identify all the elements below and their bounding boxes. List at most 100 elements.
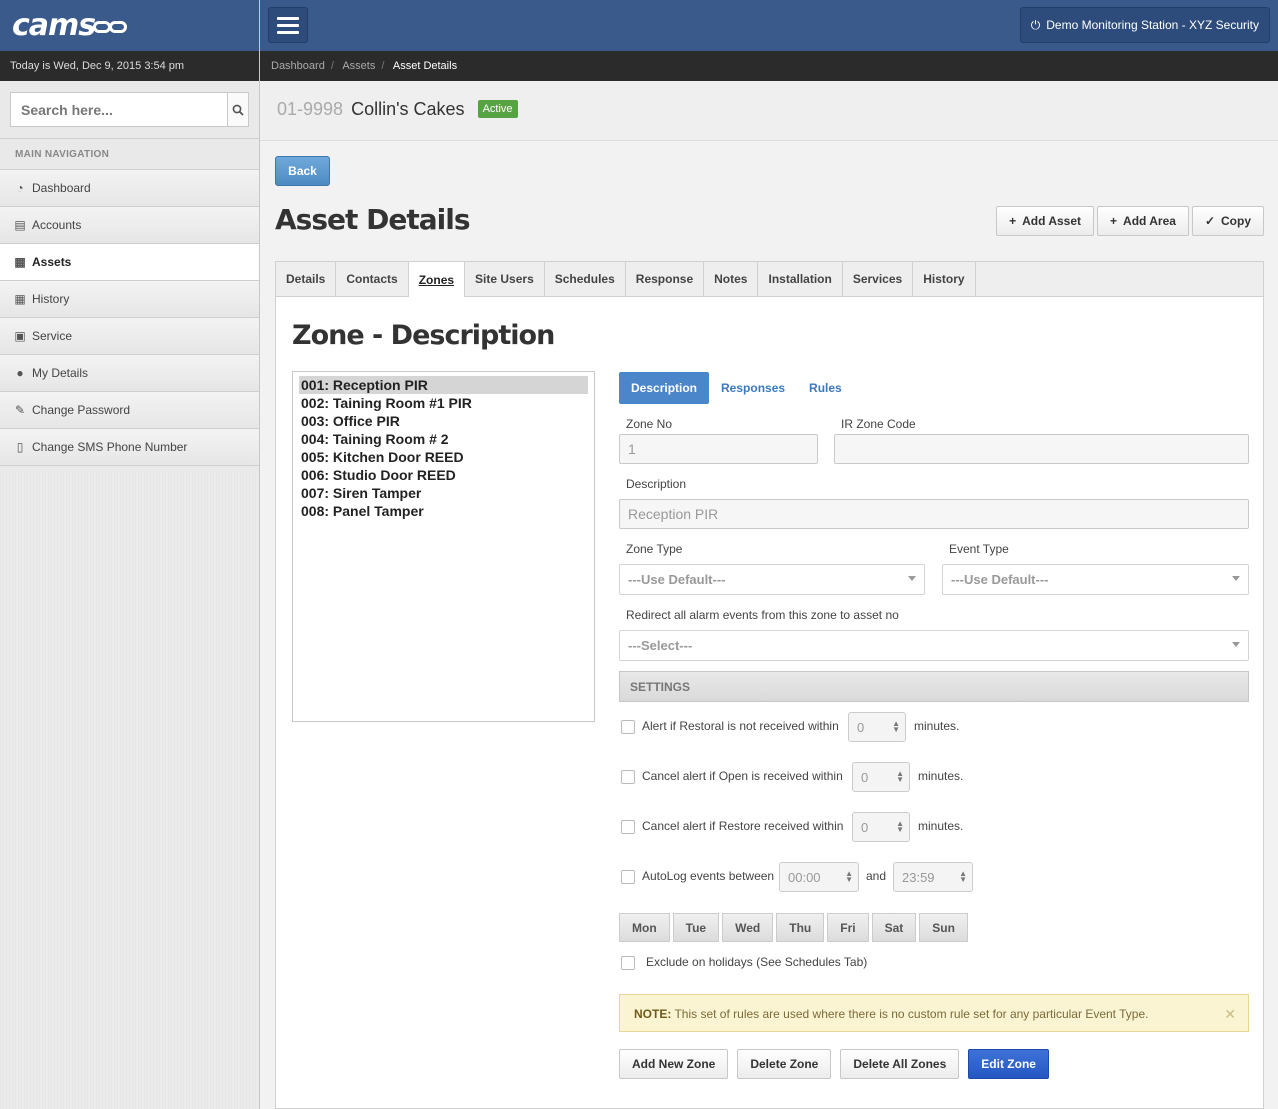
tab-contacts[interactable]: Contacts [336, 262, 409, 296]
sidebar-item-change-password[interactable]: ✎ Change Password [0, 392, 259, 429]
tab-zones[interactable]: Zones [408, 262, 466, 297]
restoral-checkbox[interactable] [621, 720, 635, 734]
day-toggle-sat[interactable]: Sat [871, 913, 917, 942]
plus-icon: + [1110, 214, 1118, 228]
breadcrumb-dashboard[interactable]: Dashboard [271, 60, 325, 72]
asset-title-bar: 01-9998 Collin's Cakes Active [260, 81, 1278, 141]
page-title: Asset Details [275, 203, 470, 236]
note-text: This set of rules are used where there i… [671, 1007, 1149, 1021]
spinner-icon: ▲ ▼ [845, 869, 853, 884]
nav-heading: MAIN NAVIGATION [0, 142, 259, 170]
ir-zone-code-field[interactable] [834, 434, 1249, 464]
zone-no-field[interactable]: 1 [619, 434, 818, 464]
delete-all-zones-button[interactable]: Delete All Zones [840, 1049, 960, 1079]
spinner-icon: ▲ ▼ [959, 869, 967, 884]
zone-list-item[interactable]: 006: Studio Door REED [299, 466, 588, 484]
zone-list-item[interactable]: 003: Office PIR [299, 412, 588, 430]
restoral-minutes-input[interactable]: 0 ▲ ▼ [848, 712, 906, 742]
sidebar-item-label: Change SMS Phone Number [32, 440, 188, 454]
back-button[interactable]: Back [275, 156, 330, 186]
event-type-select[interactable]: ---Use Default--- [942, 564, 1249, 595]
add-area-button[interactable]: + Add Area [1097, 206, 1189, 236]
user-icon: ● [16, 366, 24, 380]
holidays-checkbox[interactable] [621, 956, 635, 970]
edit-zone-button[interactable]: Edit Zone [968, 1049, 1049, 1079]
sidebar-item-change-sms-phone-number[interactable]: ▯ Change SMS Phone Number [0, 429, 259, 466]
autolog-to-input[interactable]: 23:59 ▲ ▼ [893, 862, 973, 892]
sidebar-item-accounts[interactable]: ▤ Accounts [0, 207, 259, 244]
tab-details[interactable]: Details [276, 262, 337, 296]
station-label: Demo Monitoring Station - XYZ Security [1046, 18, 1259, 32]
open-minutes-input[interactable]: 0 ▲ ▼ [852, 762, 910, 792]
description-label: Description [626, 477, 687, 491]
zone-heading: Zone - Description [292, 320, 555, 351]
subtab-description[interactable]: Description [619, 372, 710, 404]
day-toggle-tue[interactable]: Tue [672, 913, 720, 942]
search-input[interactable] [11, 93, 227, 126]
sidebar-item-history[interactable]: ▦ History [0, 281, 259, 318]
asset-panel: Details Contacts Zones Site Users Schedules R… [275, 261, 1264, 1109]
spinner-icon: ▲ ▼ [896, 769, 904, 784]
add-asset-button[interactable]: + Add Asset [996, 206, 1095, 236]
sidebar-item-assets[interactable]: ▦ Assets [0, 244, 259, 281]
breadcrumb: Dashboard / Assets / Asset Details [260, 51, 1278, 81]
search-button[interactable] [227, 93, 248, 126]
close-icon[interactable]: ✕ [1224, 1006, 1236, 1023]
restore-checkbox[interactable] [621, 820, 635, 834]
tab-site-users[interactable]: Site Users [465, 262, 545, 296]
logo[interactable]: cams [12, 8, 128, 43]
note-prefix: NOTE: [634, 1007, 672, 1021]
spinner-icon: ▲ ▼ [892, 719, 900, 734]
zone-list-item[interactable]: 001: Reception PIR [299, 376, 588, 394]
zone-list-item[interactable]: 002: Taining Room #1 PIR [299, 394, 588, 412]
tab-response[interactable]: Response [626, 262, 705, 296]
mobile-icon: ▯ [16, 440, 24, 454]
zone-list-item[interactable]: 008: Panel Tamper [299, 502, 588, 520]
add-new-zone-button[interactable]: Add New Zone [619, 1049, 729, 1079]
restore-minutes-input[interactable]: 0 ▲ ▼ [852, 812, 910, 842]
zone-list-item[interactable]: 005: Kitchen Door REED [299, 448, 588, 466]
tab-services[interactable]: Services [843, 262, 914, 296]
zone-list[interactable]: 001: Reception PIR 002: Taining Room #1 P… [292, 371, 595, 722]
day-toggle-fri[interactable]: Fri [827, 913, 869, 942]
and-label: and [866, 869, 887, 883]
open-checkbox[interactable] [621, 770, 635, 784]
dashboard-icon: ◔ [16, 181, 24, 195]
holidays-label: Exclude on holidays (See Schedules Tab) [646, 955, 868, 969]
autolog-label: AutoLog events between [642, 869, 775, 883]
sidebar-item-dashboard[interactable]: ◔ Dashboard [0, 170, 259, 207]
copy-button[interactable]: ✓ Copy [1191, 206, 1264, 236]
subtab-rules[interactable]: Rules [797, 372, 854, 404]
delete-zone-button[interactable]: Delete Zone [737, 1049, 832, 1079]
autolog-checkbox[interactable] [621, 870, 635, 884]
tab-schedules[interactable]: Schedules [545, 262, 626, 296]
caret-down-icon [908, 576, 916, 581]
weekday-toggles: Mon Tue Wed Thu Fri Sat Sun [619, 913, 968, 942]
autolog-from-input[interactable]: 00:00 ▲ ▼ [779, 862, 859, 892]
day-toggle-sun[interactable]: Sun [919, 913, 968, 942]
description-field[interactable]: Reception PIR [619, 499, 1249, 529]
breadcrumb-assets[interactable]: Assets [342, 60, 375, 72]
day-toggle-thu[interactable]: Thu [776, 913, 825, 942]
zone-list-item[interactable]: 004: Taining Room # 2 [299, 430, 588, 448]
day-toggle-wed[interactable]: Wed [722, 913, 774, 942]
sidebar-item-service[interactable]: ▣ Service [0, 318, 259, 355]
redirect-select[interactable]: ---Select--- [619, 630, 1249, 661]
zone-list-item[interactable]: 007: Siren Tamper [299, 484, 588, 502]
station-button[interactable]: ⏻ Demo Monitoring Station - XYZ Security [1019, 7, 1270, 43]
zone-type-select[interactable]: ---Use Default--- [619, 564, 925, 595]
sidebar-item-my-details[interactable]: ● My Details [0, 355, 259, 392]
sidebar-item-label: My Details [32, 366, 89, 380]
ir-zone-code-label: IR Zone Code [841, 417, 916, 431]
tab-installation[interactable]: Installation [758, 262, 843, 296]
tab-notes[interactable]: Notes [704, 262, 759, 296]
subtab-responses[interactable]: Responses [709, 372, 797, 404]
menu-toggle-button[interactable] [268, 7, 308, 43]
zone-subtabs: Description Responses Rules [619, 372, 854, 404]
sidebar-background [0, 472, 259, 1109]
sidebar-item-label: Accounts [32, 218, 82, 232]
tab-history[interactable]: History [913, 262, 976, 296]
sidebar-item-label: Change Password [32, 403, 131, 417]
day-toggle-mon[interactable]: Mon [619, 913, 670, 942]
calendar-icon: ▦ [14, 292, 26, 306]
